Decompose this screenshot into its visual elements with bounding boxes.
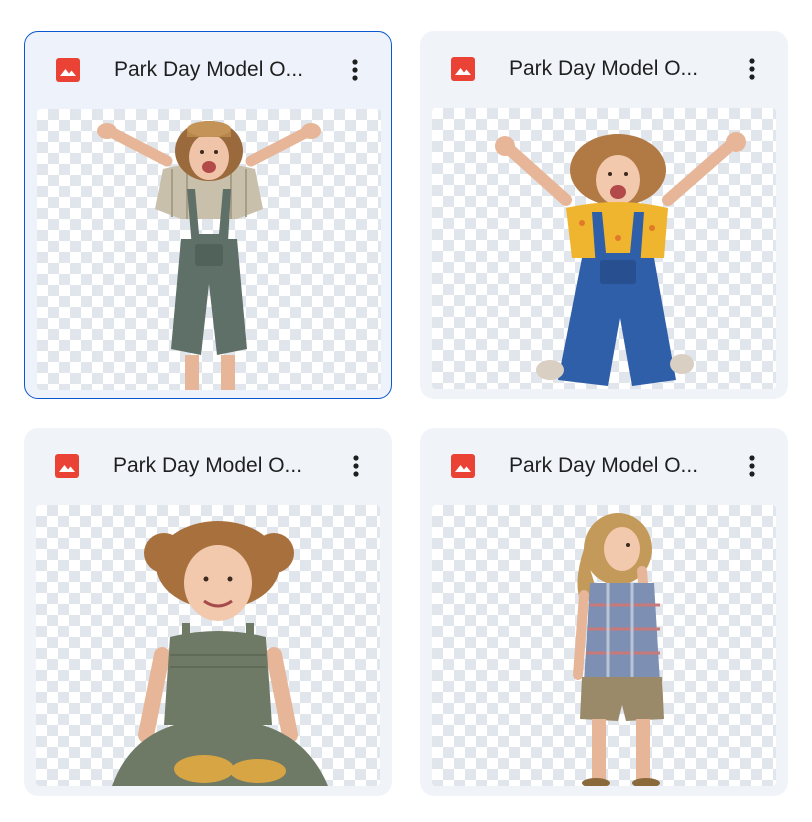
- sitting-child-figure: [112, 521, 328, 786]
- file-card-header: Park Day Model O...: [420, 428, 788, 502]
- image-file-icon: [56, 58, 80, 82]
- more-options-button[interactable]: [734, 51, 770, 87]
- file-card-4[interactable]: Park Day Model O...: [420, 428, 788, 796]
- file-name: Park Day Model O...: [113, 454, 303, 477]
- more-vert-icon: [353, 455, 359, 477]
- more-options-button[interactable]: [338, 448, 374, 484]
- jumping-child-denim-figure: [495, 132, 746, 386]
- file-name: Park Day Model O...: [509, 454, 699, 477]
- more-vert-icon: [749, 455, 755, 477]
- more-options-button[interactable]: [337, 52, 373, 88]
- image-thumbnail: [36, 505, 380, 786]
- standing-child-figure: [573, 513, 664, 786]
- file-card-2[interactable]: Park Day Model O...: [420, 31, 788, 399]
- image-file-icon: [451, 454, 475, 478]
- file-card-1[interactable]: Park Day Model O...: [24, 31, 392, 399]
- file-card-header: Park Day Model O...: [420, 31, 788, 105]
- file-card-header: Park Day Model O...: [24, 428, 392, 502]
- image-file-icon: [55, 454, 79, 478]
- file-card-header: Park Day Model O...: [25, 32, 391, 106]
- image-thumbnail: [37, 109, 381, 390]
- file-grid: Park Day Model O... Park Day Model O... …: [0, 0, 812, 822]
- file-card-3[interactable]: Park Day Model O...: [24, 428, 392, 796]
- image-thumbnail: [432, 108, 776, 389]
- image-file-icon: [451, 57, 475, 81]
- file-name: Park Day Model O...: [114, 58, 304, 81]
- more-vert-icon: [352, 59, 358, 81]
- jumping-child-hat-figure: [97, 121, 321, 390]
- more-vert-icon: [749, 58, 755, 80]
- file-name: Park Day Model O...: [509, 57, 699, 80]
- more-options-button[interactable]: [734, 448, 770, 484]
- image-thumbnail: [432, 505, 776, 786]
